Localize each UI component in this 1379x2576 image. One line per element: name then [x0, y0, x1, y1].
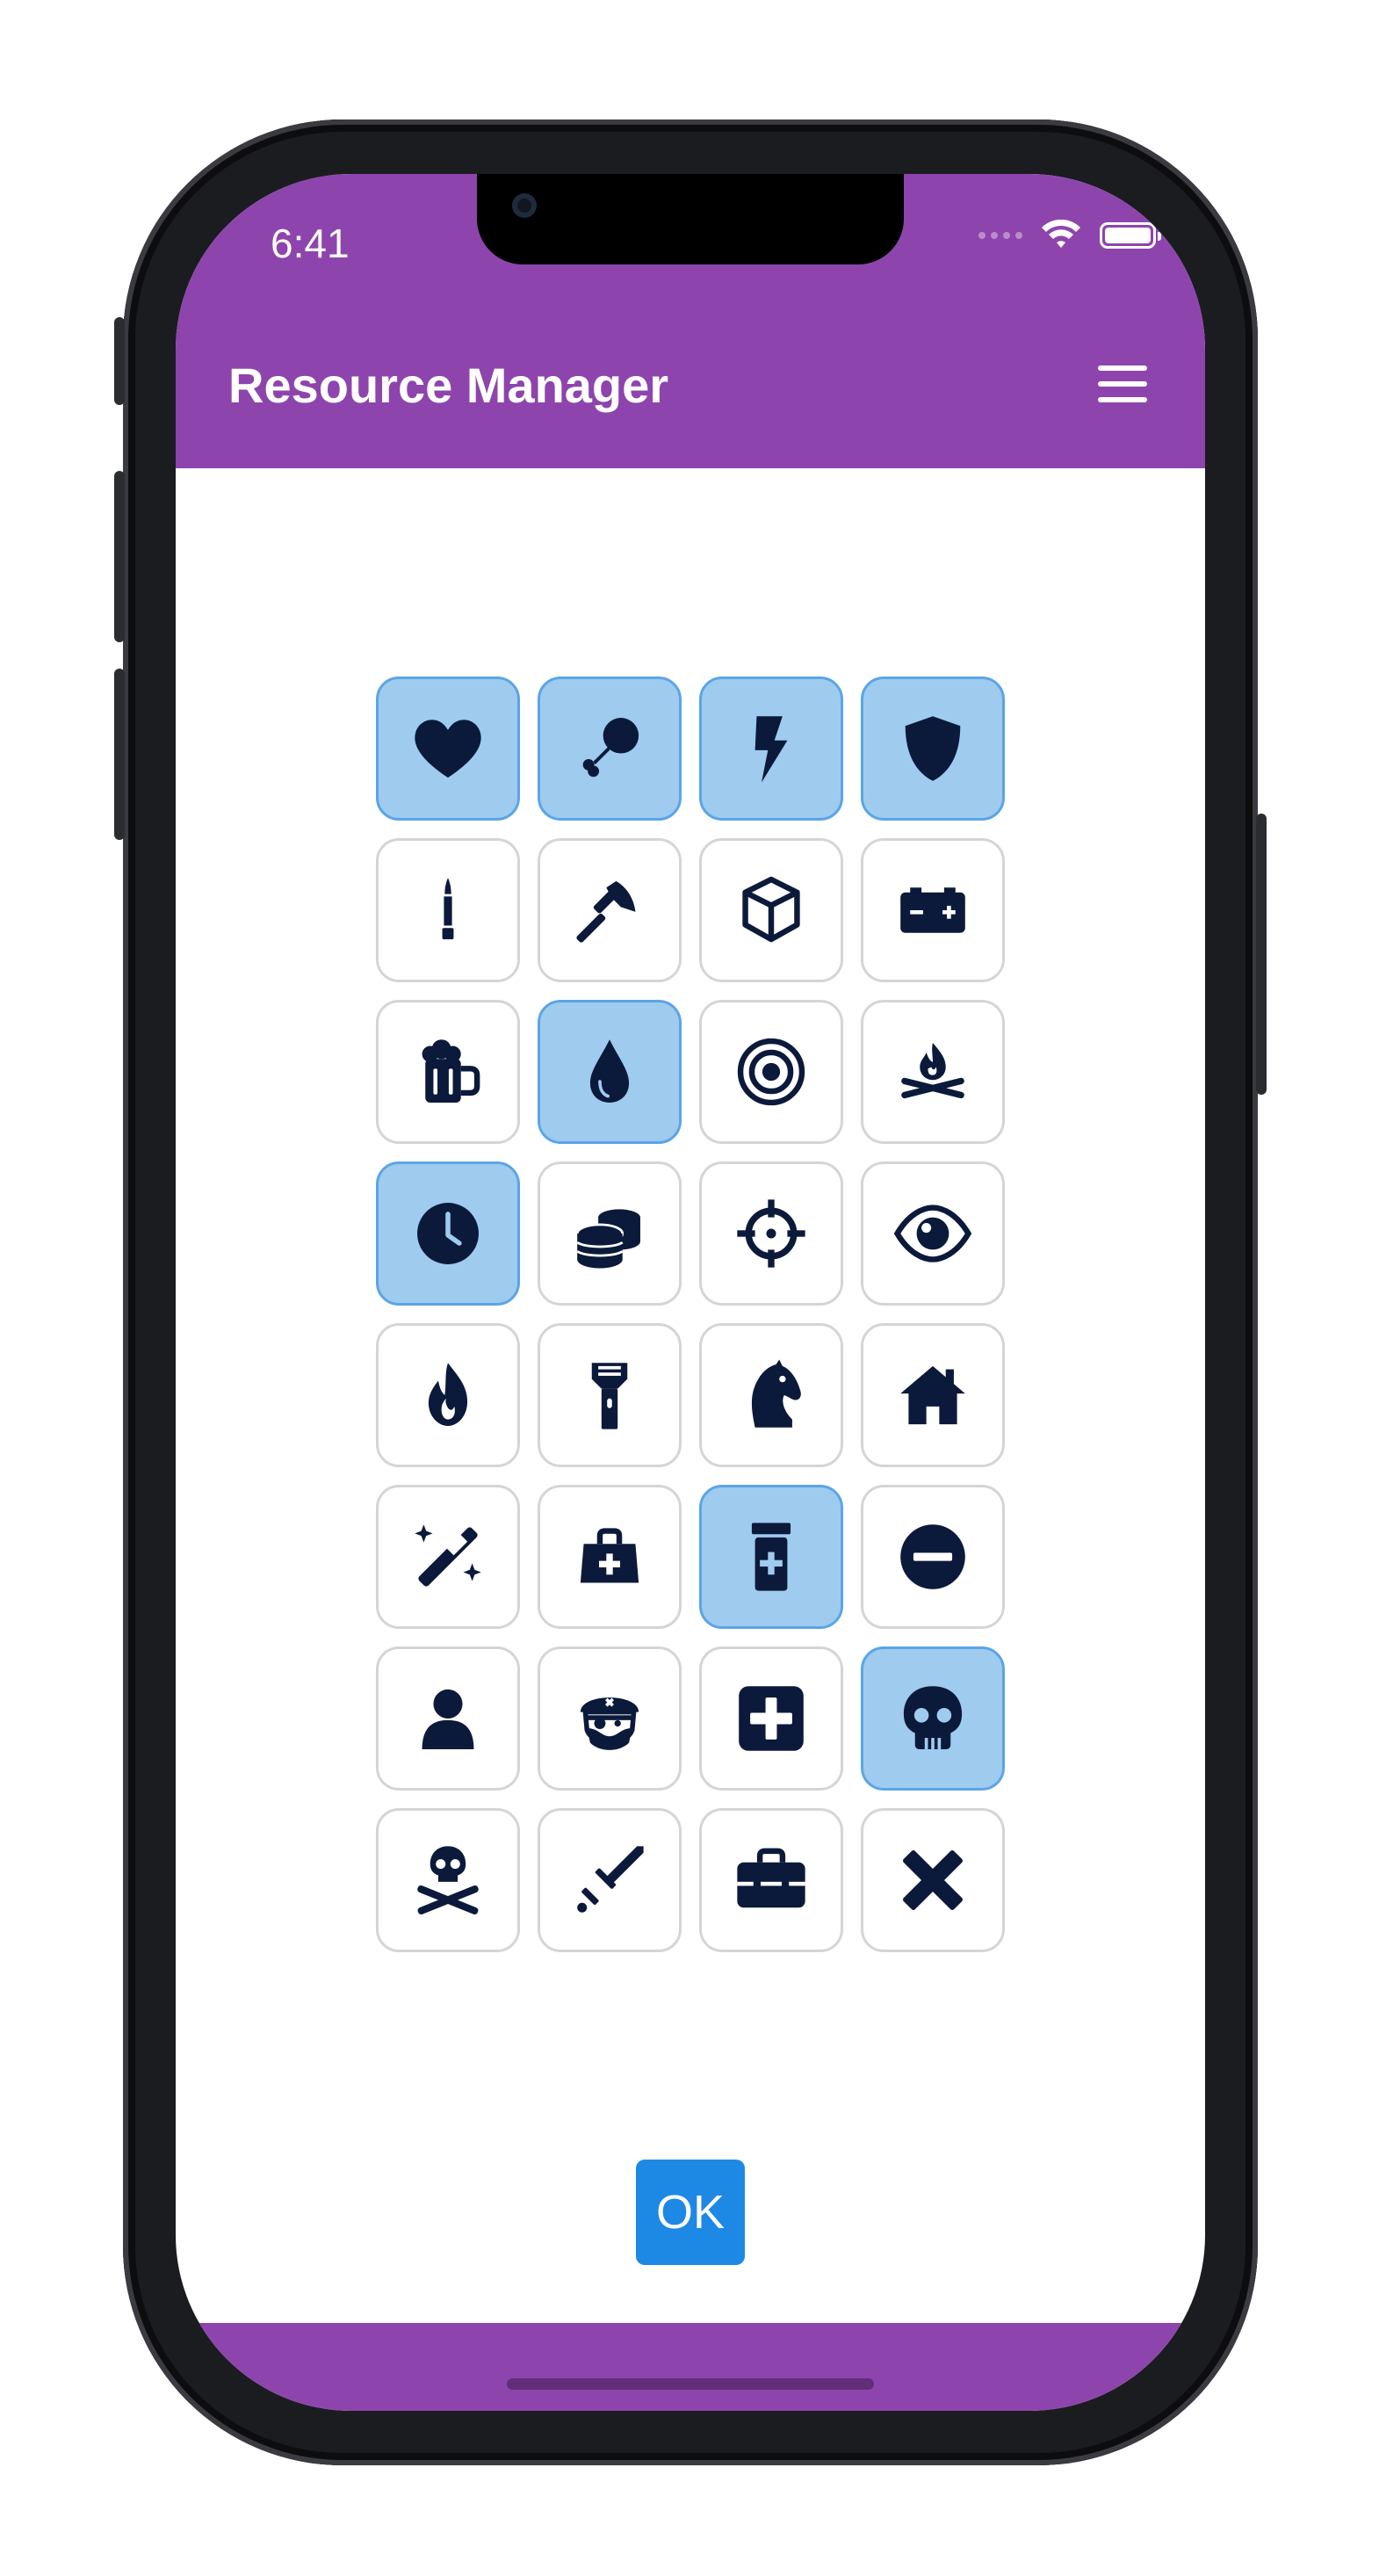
resource-tile[interactable]: [861, 1000, 1005, 1144]
resource-tile[interactable]: [538, 1485, 682, 1629]
wifi-icon: [1042, 220, 1080, 248]
lightning-bolt-icon: [754, 716, 788, 783]
eye-icon: [893, 1205, 972, 1263]
toolbox-icon: [737, 1848, 805, 1908]
drumstick-icon: [582, 718, 639, 778]
resource-tile[interactable]: [376, 1485, 520, 1629]
home-indicator[interactable]: [507, 2378, 874, 2390]
medical-bag-icon: [580, 1528, 639, 1583]
resource-tile[interactable]: [861, 1323, 1005, 1467]
x-mark-icon: [903, 1850, 963, 1910]
skull-crossbones-icon: [417, 1846, 479, 1915]
resource-tile[interactable]: [699, 1485, 843, 1629]
volume-up-button: [114, 471, 125, 642]
resource-tile[interactable]: [538, 1323, 682, 1467]
resource-tile[interactable]: [699, 1808, 843, 1952]
clock-icon: [417, 1203, 479, 1264]
resource-tile[interactable]: [376, 838, 520, 982]
resource-tile[interactable]: [538, 1808, 682, 1952]
volume-down-button: [114, 669, 125, 840]
resource-tile[interactable]: [538, 838, 682, 982]
resource-tile[interactable]: [861, 1161, 1005, 1306]
person-icon: [422, 1689, 474, 1749]
resource-tile[interactable]: [699, 677, 843, 821]
mute-switch: [114, 317, 125, 405]
resource-tile[interactable]: [538, 1161, 682, 1306]
resource-tile[interactable]: [538, 1646, 682, 1791]
resource-tile[interactable]: [861, 1646, 1005, 1791]
resource-tile[interactable]: [699, 838, 843, 982]
resource-grid: [376, 677, 1005, 1952]
resource-tile[interactable]: [376, 1323, 520, 1467]
bottom-bar: [176, 2323, 1205, 2411]
resource-tile[interactable]: [861, 1808, 1005, 1952]
resource-tile[interactable]: [376, 1161, 520, 1306]
resource-tile[interactable]: [376, 1000, 520, 1144]
plus-square-icon: [739, 1686, 804, 1751]
status-time: 6:41: [271, 221, 350, 266]
prescription-bottle-icon: [751, 1523, 791, 1591]
device-screen: 6:41 Resource Manager OK: [176, 174, 1205, 2411]
notch: [477, 174, 904, 264]
resource-tile[interactable]: [376, 677, 520, 821]
resource-tile[interactable]: [699, 1161, 843, 1306]
front-camera: [512, 193, 537, 218]
coins-icon: [575, 1209, 640, 1269]
battery-status-icon: [1100, 222, 1161, 249]
power-button: [1256, 814, 1267, 1095]
signal-dots-icon: [978, 232, 1022, 239]
flashlight-icon: [591, 1363, 628, 1429]
house-icon: [900, 1365, 965, 1425]
water-drop-icon: [589, 1039, 630, 1103]
bullseye-icon: [737, 1038, 805, 1106]
campfire-icon: [901, 1042, 964, 1099]
app-bar: 6:41 Resource Manager: [176, 174, 1205, 468]
magic-wand-icon: [415, 1524, 481, 1587]
fire-icon: [428, 1363, 468, 1426]
heart-icon: [415, 720, 481, 778]
crosshairs-icon: [737, 1199, 805, 1268]
resource-tile[interactable]: [861, 1485, 1005, 1629]
horse-head-icon: [751, 1359, 801, 1428]
shield-icon: [905, 716, 961, 781]
app-title: Resource Manager: [228, 358, 669, 413]
battery-icon: [900, 887, 965, 933]
resource-tile[interactable]: [861, 838, 1005, 982]
beer-mug-icon: [422, 1039, 480, 1103]
resource-tile[interactable]: [376, 1808, 520, 1952]
hamburger-menu-button[interactable]: [1098, 365, 1147, 402]
sword-icon: [577, 1846, 644, 1913]
pirate-icon: [580, 1697, 639, 1750]
ok-button[interactable]: OK: [636, 2160, 745, 2265]
resource-tile[interactable]: [376, 1646, 520, 1791]
resource-tile[interactable]: [699, 1323, 843, 1467]
axe-icon: [576, 880, 636, 943]
skull-icon: [903, 1686, 963, 1749]
cube-icon: [742, 876, 800, 943]
status-icons: [978, 220, 1161, 251]
bullet-icon: [442, 878, 454, 940]
resource-tile[interactable]: [538, 1000, 682, 1144]
resource-tile[interactable]: [699, 1000, 843, 1144]
resource-tile[interactable]: [861, 677, 1005, 821]
resource-tile[interactable]: [538, 677, 682, 821]
resource-tile[interactable]: [699, 1646, 843, 1791]
minus-circle-icon: [900, 1524, 965, 1589]
